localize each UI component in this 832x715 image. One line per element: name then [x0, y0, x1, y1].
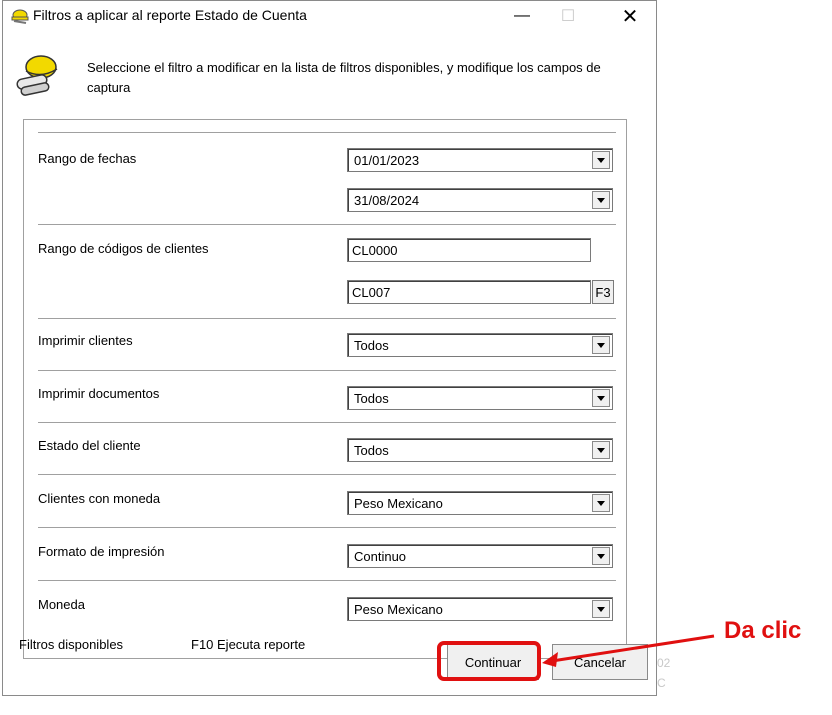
print-clients-label: Imprimir clientes: [38, 333, 133, 348]
filter-panel: Rango de fechas 01/01/2023 31/08/2024 Ra…: [23, 119, 627, 659]
print-documents-dropdown[interactable]: Todos: [347, 386, 613, 410]
separator: [38, 422, 616, 424]
click-annotation: Da clic: [724, 617, 802, 644]
date-to-dropdown[interactable]: 31/08/2024: [347, 188, 613, 212]
date-from-dropdown[interactable]: 01/01/2023: [347, 148, 613, 172]
annotation-arrow: [542, 634, 715, 667]
print-format-value: Continuo: [354, 549, 407, 564]
print-clients-value: Todos: [354, 338, 389, 353]
chevron-down-icon[interactable]: [592, 191, 610, 209]
print-documents-value: Todos: [354, 391, 389, 406]
client-code-to-field[interactable]: CL007: [347, 280, 591, 304]
client-status-dropdown[interactable]: Todos: [347, 438, 613, 462]
print-documents-label: Imprimir documentos: [38, 386, 160, 401]
report-filter-dialog: Filtros a aplicar al reporte Estado de C…: [2, 0, 657, 696]
date-range-label: Rango de fechas: [38, 151, 137, 166]
print-clients-dropdown[interactable]: Todos: [347, 333, 613, 357]
separator: [38, 580, 616, 582]
print-format-dropdown[interactable]: Continuo: [347, 544, 613, 568]
chevron-down-icon[interactable]: [592, 600, 610, 618]
chevron-down-icon[interactable]: [592, 336, 610, 354]
close-button[interactable]: ✕: [607, 1, 653, 31]
client-currency-label: Clientes con moneda: [38, 491, 161, 506]
client-status-label: Estado del cliente: [38, 438, 141, 453]
separator: [38, 527, 616, 529]
currency-dropdown[interactable]: Peso Mexicano: [347, 597, 613, 621]
client-currency-dropdown[interactable]: Peso Mexicano: [347, 491, 613, 515]
minimize-button[interactable]: —: [499, 1, 545, 31]
helmet-scroll-icon: [13, 51, 59, 97]
separator: [38, 370, 616, 372]
client-code-from-value: CL0000: [352, 243, 398, 258]
chevron-down-icon[interactable]: [592, 441, 610, 459]
print-format-label: Formato de impresión: [38, 544, 165, 559]
client-currency-value: Peso Mexicano: [354, 496, 443, 511]
client-status-value: Todos: [354, 443, 389, 458]
separator: [38, 318, 616, 320]
client-code-from-field[interactable]: CL0000: [347, 238, 591, 262]
client-lookup-button[interactable]: F3: [592, 280, 614, 304]
client-code-to-value: CL007: [352, 285, 391, 300]
date-from-value: 01/01/2023: [354, 153, 420, 168]
chevron-down-icon[interactable]: [592, 389, 610, 407]
background-text: C: [657, 676, 666, 690]
chevron-down-icon[interactable]: [592, 151, 610, 169]
date-to-value: 31/08/2024: [354, 193, 420, 208]
chevron-down-icon[interactable]: [592, 547, 610, 565]
currency-value: Peso Mexicano: [354, 602, 443, 617]
separator: [38, 132, 616, 134]
separator: [38, 474, 616, 476]
available-filters-label: Filtros disponibles: [19, 637, 124, 652]
client-code-range-label: Rango de códigos de clientes: [38, 241, 209, 256]
separator: [38, 224, 616, 226]
continue-highlight-box: [437, 641, 541, 681]
window-title: Filtros a aplicar al reporte Estado de C…: [33, 7, 307, 23]
currency-label: Moneda: [38, 597, 85, 612]
title-bar: Filtros a aplicar al reporte Estado de C…: [3, 1, 656, 31]
maximize-button[interactable]: ☐: [545, 1, 591, 31]
instructions-text: Seleccione el filtro a modificar en la l…: [87, 60, 601, 95]
run-report-hint: F10 Ejecuta reporte: [191, 637, 306, 652]
helmet-icon: [11, 7, 29, 25]
chevron-down-icon[interactable]: [592, 494, 610, 512]
